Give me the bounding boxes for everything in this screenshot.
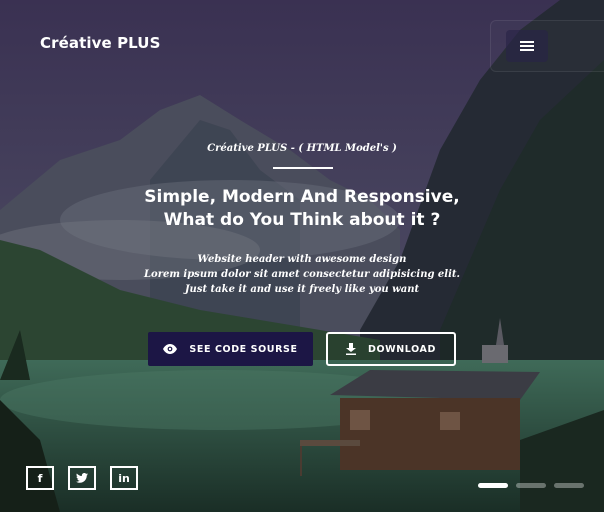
subtext-line-1: Website header with awesome design <box>197 254 407 265</box>
subtext-line-2: Lorem ipsum dolor sit amet consectetur a… <box>144 269 460 280</box>
slider-dot-2[interactable] <box>516 483 546 488</box>
facebook-icon: f <box>37 471 43 485</box>
menu-button[interactable] <box>506 30 548 62</box>
headline-line-1: Simple, Modern And Responsive, <box>144 187 460 207</box>
download-icon <box>346 343 357 355</box>
hero-header: Créative PLUS Créative PLUS - ( HTML Mod… <box>0 0 604 512</box>
twitter-icon <box>76 473 88 483</box>
eye-icon <box>163 344 178 354</box>
facebook-button[interactable]: f <box>26 466 54 490</box>
headline-line-2: What do You Think about it ? <box>163 210 441 230</box>
download-label: DOWNLOAD <box>368 343 436 355</box>
brand-logo[interactable]: Créative PLUS <box>40 34 161 52</box>
linkedin-button[interactable]: in <box>110 466 138 490</box>
see-code-source-button[interactable]: SEE CODE SOURSE <box>148 332 313 366</box>
hero-headline: Simple, Modern And Responsive, What do Y… <box>0 186 604 232</box>
hamburger-menu-icon <box>520 39 534 53</box>
subtext-line-3: Just take it and use it freely like you … <box>184 284 420 295</box>
hero-kicker: Créative PLUS - ( HTML Model's ) <box>207 143 397 154</box>
hero-subtext: Website header with awesome design Lorem… <box>0 252 604 297</box>
download-button[interactable]: DOWNLOAD <box>326 332 456 366</box>
twitter-button[interactable] <box>68 466 96 490</box>
slider-dot-1-active[interactable] <box>478 483 508 488</box>
kicker-divider <box>273 167 333 169</box>
linkedin-icon: in <box>118 471 130 485</box>
slider-dot-3[interactable] <box>554 483 584 488</box>
see-code-source-label: SEE CODE SOURSE <box>189 343 298 355</box>
